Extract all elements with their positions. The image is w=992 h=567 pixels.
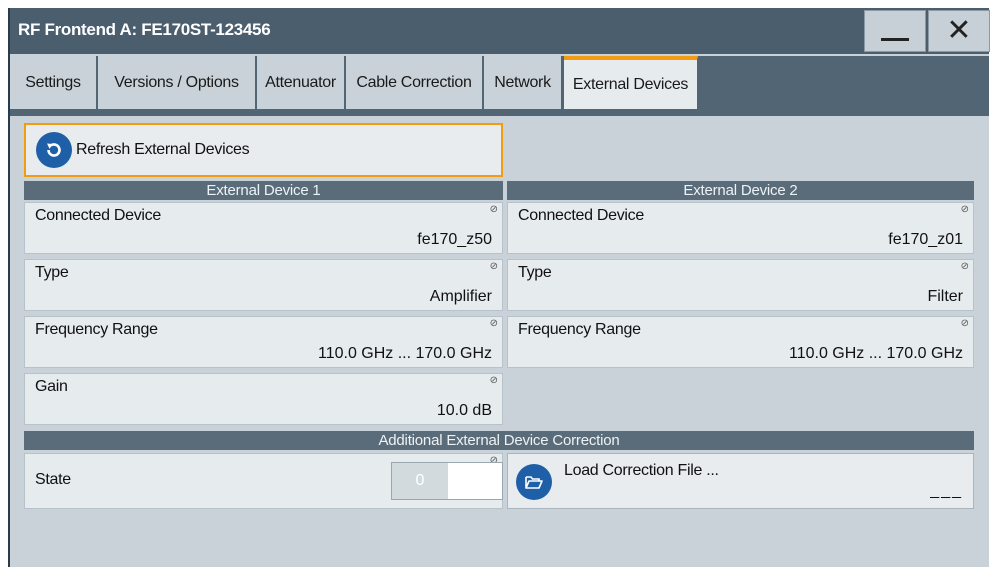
device1-connected-device-field: Connected Device ⊘ fe170_z50: [24, 202, 503, 254]
device1-frequency-range-field: Frequency Range ⊘ 110.0 GHz ... 170.0 GH…: [24, 316, 503, 368]
load-button-label: Load Correction File ...: [564, 462, 719, 479]
tab-attenuator[interactable]: Attenuator: [257, 56, 345, 109]
field-label: Gain: [35, 378, 68, 395]
field-label: Frequency Range: [35, 321, 158, 338]
external-device-2-header: External Device 2: [507, 181, 974, 200]
refresh-external-devices-button[interactable]: Refresh External Devices: [24, 123, 503, 177]
field-label: State: [35, 471, 71, 488]
toggle-knob: 0: [392, 463, 448, 499]
field-label: Connected Device: [35, 207, 161, 224]
load-button-value: ___: [930, 482, 963, 499]
readonly-icon: ⊘: [489, 204, 498, 215]
window-title: RF Frontend A: FE170ST-123456: [18, 20, 271, 39]
title-bar: RF Frontend A: FE170ST-123456 ✕: [10, 8, 990, 54]
external-devices-panel: Refresh External Devices External Device…: [10, 116, 989, 567]
field-label: Type: [35, 264, 69, 281]
folder-open-icon: [516, 464, 552, 500]
tab-network[interactable]: Network: [484, 56, 562, 109]
state-toggle[interactable]: 0: [391, 462, 503, 500]
field-value: Amplifier: [429, 288, 492, 305]
close-icon: ✕: [946, 13, 972, 48]
load-correction-file-button[interactable]: Load Correction File ... ___: [507, 453, 974, 509]
readonly-icon: ⊘: [960, 261, 969, 272]
minimize-button[interactable]: [864, 10, 926, 52]
rf-frontend-dialog: RF Frontend A: FE170ST-123456 ✕ Settings…: [8, 8, 990, 567]
readonly-icon: ⊘: [489, 375, 498, 386]
field-value: 10.0 dB: [436, 402, 492, 419]
tab-bar: Settings Versions / Options Attenuator C…: [10, 56, 989, 116]
field-value: 110.0 GHz ... 170.0 GHz: [788, 345, 963, 362]
correction-state-field: State ⊘ 0: [24, 453, 503, 509]
additional-correction-header: Additional External Device Correction: [24, 431, 974, 450]
device2-type-field: Type ⊘ Filter: [507, 259, 974, 311]
readonly-icon: ⊘: [960, 318, 969, 329]
readonly-icon: ⊘: [489, 261, 498, 272]
device2-connected-device-field: Connected Device ⊘ fe170_z01: [507, 202, 974, 254]
device1-gain-field: Gain ⊘ 10.0 dB: [24, 373, 503, 425]
field-value: Filter: [927, 288, 963, 305]
refresh-button-label: Refresh External Devices: [76, 141, 250, 158]
readonly-icon: ⊘: [960, 204, 969, 215]
field-label: Frequency Range: [518, 321, 641, 338]
refresh-icon: [36, 132, 72, 168]
field-value: 110.0 GHz ... 170.0 GHz: [317, 345, 492, 362]
close-button[interactable]: ✕: [928, 10, 990, 52]
field-value: fe170_z01: [888, 231, 963, 248]
device1-type-field: Type ⊘ Amplifier: [24, 259, 503, 311]
readonly-icon: ⊘: [489, 318, 498, 329]
minimize-icon: [881, 37, 909, 41]
tab-versions-options[interactable]: Versions / Options: [98, 56, 256, 109]
tab-settings[interactable]: Settings: [10, 56, 97, 109]
tab-external-devices[interactable]: External Devices: [564, 56, 698, 109]
field-label: Type: [518, 264, 552, 281]
device2-frequency-range-field: Frequency Range ⊘ 110.0 GHz ... 170.0 GH…: [507, 316, 974, 368]
tab-cable-correction[interactable]: Cable Correction: [346, 56, 483, 109]
field-label: Connected Device: [518, 207, 644, 224]
external-device-1-header: External Device 1: [24, 181, 503, 200]
field-value: fe170_z50: [417, 231, 492, 248]
